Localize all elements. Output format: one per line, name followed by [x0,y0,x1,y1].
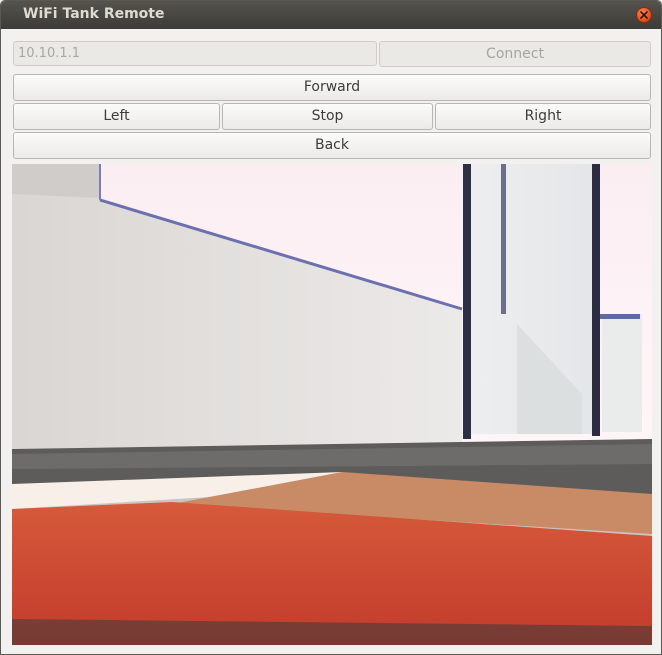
camera-image [12,164,652,645]
ip-address-input[interactable] [13,41,377,66]
window-title: WiFi Tank Remote [23,6,165,22]
close-icon [640,11,648,19]
left-button[interactable]: Left [13,103,220,130]
right-button[interactable]: Right [435,103,651,130]
forward-button[interactable]: Forward [13,74,651,101]
title-bar[interactable]: WiFi Tank Remote [1,1,661,29]
camera-feed [12,164,652,645]
connect-button[interactable]: Connect [379,41,651,67]
close-button[interactable] [636,7,652,23]
stop-button[interactable]: Stop [222,103,433,130]
back-button[interactable]: Back [13,132,651,159]
app-window: WiFi Tank Remote Connect Forward Left St… [0,0,662,655]
